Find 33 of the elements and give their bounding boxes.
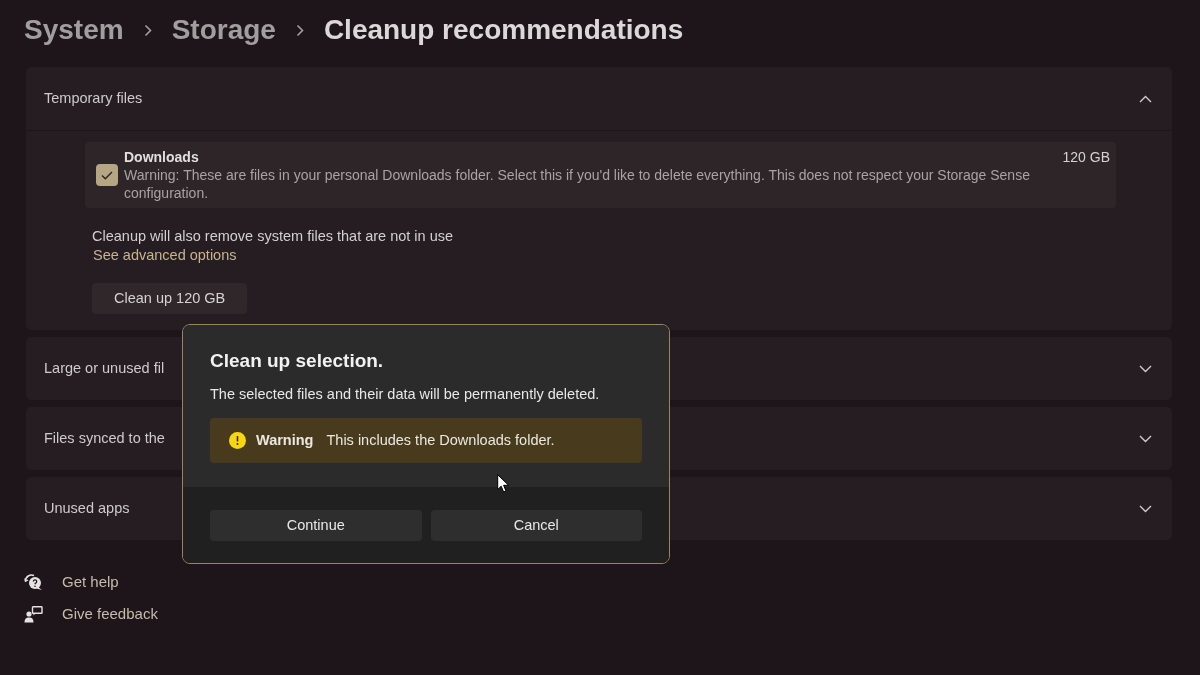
checkmark-icon <box>101 170 113 180</box>
section-title[interactable]: Unused apps <box>44 497 130 520</box>
item-description: Warning: These are files in your personal Downloads folder. Select this if you'd like to delete everything. This does not respect your Storage Sense configuration. <box>124 166 1031 202</box>
advanced-options-link[interactable]: See advanced options <box>93 246 237 265</box>
breadcrumb-link[interactable]: Storage <box>171 12 276 48</box>
section-title[interactable]: Files synced to the <box>44 427 165 450</box>
breadcrumb-link[interactable]: System <box>24 12 124 48</box>
chevron-down-icon[interactable] <box>1139 364 1152 373</box>
warning-icon <box>229 432 246 449</box>
checkbox[interactable] <box>96 164 118 186</box>
warning-text: This includes the Downloads folder. <box>326 430 555 450</box>
dialog-button[interactable]: Continue <box>210 510 422 541</box>
cleanup-note: Cleanup will also remove system files that are not in use <box>92 227 454 246</box>
feedback-icon <box>24 605 43 623</box>
item-name: Downloads <box>124 148 199 166</box>
chevron-up-icon[interactable] <box>1139 94 1152 103</box>
mouse-cursor-icon <box>497 474 510 493</box>
page-title: Cleanup recommendations <box>323 13 684 47</box>
chevron-right-icon <box>143 23 152 37</box>
section-title[interactable]: Large or unused fil <box>44 357 165 380</box>
section-title[interactable]: Temporary files <box>44 87 143 110</box>
help-icon <box>24 573 43 591</box>
dialog-title: Clean up selection. <box>210 349 385 373</box>
warning-label: Warning <box>256 430 314 450</box>
clean-up-button[interactable]: Clean up 120 GB <box>92 283 248 314</box>
chevron-down-icon[interactable] <box>1139 504 1152 513</box>
dialog-button[interactable]: Cancel <box>430 510 642 541</box>
chevron-down-icon[interactable] <box>1139 434 1152 443</box>
footer-link[interactable]: Get help <box>62 572 119 592</box>
chevron-right-icon <box>295 23 304 37</box>
dialog-message: The selected files and their data will be permanently deleted. <box>210 385 601 404</box>
item-size: 120 GB <box>1062 148 1110 166</box>
footer-link[interactable]: Give feedback <box>62 604 158 624</box>
